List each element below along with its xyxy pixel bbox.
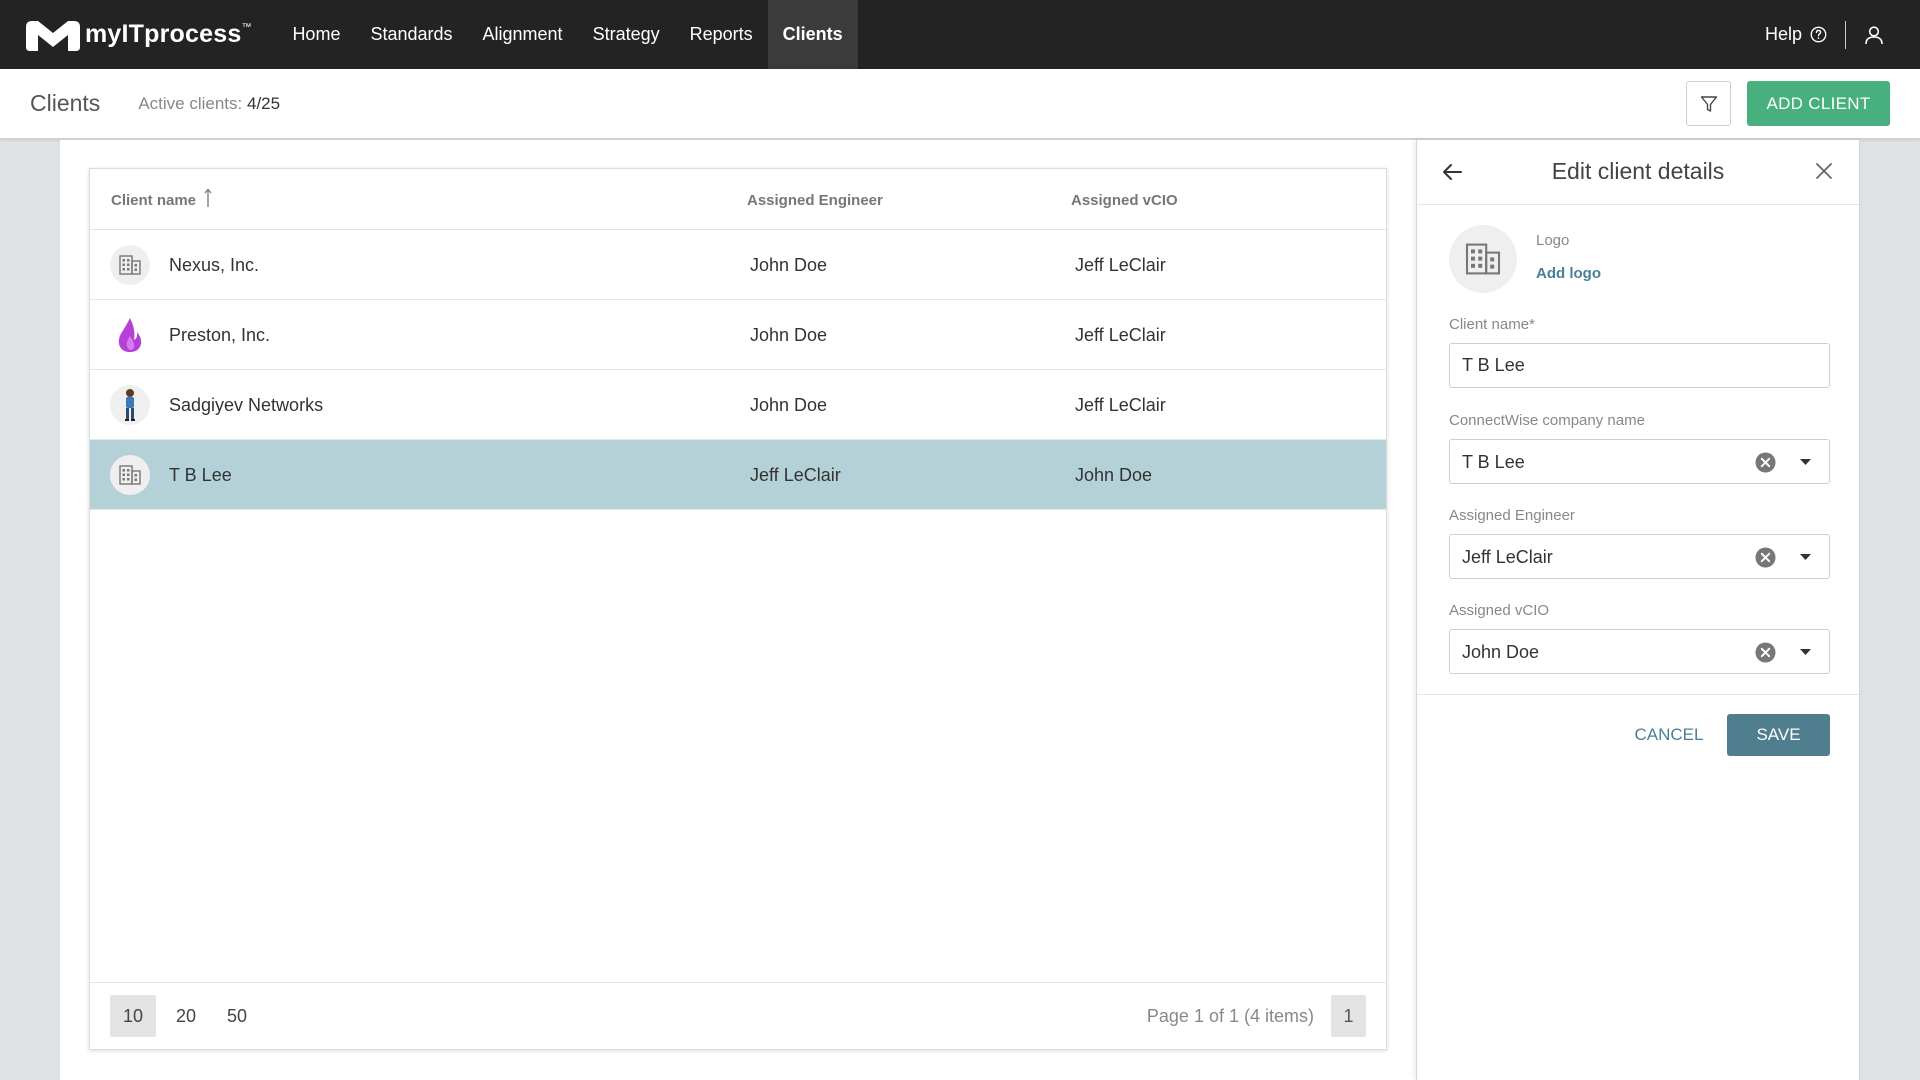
client-name-input[interactable] (1450, 344, 1829, 387)
client-logo (110, 245, 150, 285)
client-name: T B Lee (169, 465, 232, 485)
column-header-client-name-label: Client name (111, 192, 197, 209)
page-number-button[interactable]: 1 (1331, 995, 1366, 1037)
connectwise-value: T B Lee (1462, 452, 1525, 472)
engineer-value: Jeff LeClair (1462, 547, 1553, 567)
chevron-down-icon[interactable] (1800, 649, 1811, 655)
client-name-field[interactable] (1449, 343, 1830, 388)
panel-header: Edit client details (1417, 140, 1859, 205)
table-pagination: 10 20 50 Page 1 of 1 (4 items) 1 (90, 982, 1386, 1049)
brand-mark-icon (26, 20, 80, 51)
active-clients-label: Active clients: (138, 93, 243, 113)
page-size-20[interactable]: 20 (163, 995, 209, 1037)
building-icon (1465, 243, 1501, 275)
table-header: Client name Assigned Engineer Assigned v… (90, 169, 1386, 230)
clear-circle-icon[interactable] (1755, 452, 1776, 473)
add-logo-link[interactable]: Add logo (1536, 265, 1601, 282)
vcio-label: Assigned vCIO (1449, 602, 1550, 619)
column-header-engineer[interactable]: Assigned Engineer (747, 192, 883, 209)
nav-item-strategy[interactable]: Strategy (578, 0, 675, 69)
save-button[interactable]: SAVE (1727, 714, 1830, 756)
clear-circle-icon[interactable] (1755, 547, 1776, 568)
clear-circle-icon[interactable] (1755, 642, 1776, 663)
vcio-value: John Doe (1462, 642, 1540, 662)
panel-title: Edit client details (1551, 158, 1725, 184)
edit-client-panel: Edit client details Logo Add logo Client… (1416, 140, 1860, 1080)
cancel-button[interactable]: CANCEL (1616, 714, 1722, 756)
assigned-vcio: Jeff LeClair (1075, 325, 1166, 345)
nav-item-home[interactable]: Home (277, 0, 355, 69)
client-logo (110, 385, 150, 425)
question-circle-icon (1810, 26, 1827, 43)
page-size-10[interactable]: 10 (110, 995, 156, 1037)
assigned-vcio: John Doe (1075, 465, 1153, 485)
brand-trademark: ™ (241, 22, 252, 33)
nav-right: Help (1765, 0, 1884, 69)
brand-name: myITprocess (85, 20, 242, 48)
nav-item-alignment[interactable]: Alignment (468, 0, 578, 69)
help-link[interactable]: Help (1765, 24, 1827, 45)
vcio-select[interactable]: John Doe (1449, 629, 1830, 674)
active-clients-value: 4/25 (246, 93, 281, 113)
help-label: Help (1764, 24, 1802, 44)
client-logo-preview (1449, 225, 1517, 293)
client-logo (110, 455, 150, 495)
nav-item-clients[interactable]: Clients (767, 0, 858, 69)
nav-item-standards[interactable]: Standards (355, 0, 467, 69)
assigned-engineer: Jeff LeClair (750, 465, 841, 485)
page-size-50[interactable]: 50 (214, 995, 260, 1037)
column-header-vcio[interactable]: Assigned vCIO (1071, 192, 1178, 209)
person-logo-icon (125, 389, 135, 421)
client-name: Preston, Inc. (169, 325, 271, 345)
table-row-selected[interactable]: T B Lee Jeff LeClair John Doe (90, 440, 1386, 510)
add-client-button[interactable]: ADD CLIENT (1747, 81, 1890, 126)
assigned-engineer: John Doe (750, 255, 828, 275)
connectwise-label: ConnectWise company name (1449, 412, 1645, 429)
engineer-label: Assigned Engineer (1449, 507, 1575, 524)
filter-button[interactable] (1686, 81, 1731, 126)
nav-separator (1845, 20, 1846, 49)
building-icon (119, 465, 141, 485)
brand-logo[interactable]: myITprocess ™ (24, 0, 251, 69)
table-row[interactable]: Nexus, Inc. John Doe Jeff LeClair (90, 230, 1386, 300)
filter-icon (1700, 95, 1717, 112)
top-navigation-bar: myITprocess ™ Home Standards Alignment S… (0, 0, 1920, 69)
page-title: Clients (30, 90, 101, 116)
user-icon[interactable] (1864, 25, 1884, 45)
panel-divider (1417, 694, 1859, 695)
nav-item-reports[interactable]: Reports (675, 0, 768, 69)
client-logo (110, 315, 150, 355)
chevron-down-icon[interactable] (1800, 554, 1811, 560)
client-name-label: Client name* (1449, 316, 1535, 333)
assigned-engineer: John Doe (750, 395, 828, 415)
flame-logo-icon (118, 318, 142, 352)
table-row[interactable]: Preston, Inc. John Doe Jeff LeClair (90, 300, 1386, 370)
close-icon[interactable] (1815, 162, 1833, 180)
page-subheader: Clients Active clients: 4/25 ADD CLIENT (0, 69, 1920, 139)
client-name: Nexus, Inc. (169, 255, 260, 275)
page-info: Page 1 of 1 (4 items) (1146, 1006, 1314, 1026)
clients-table: Client name Assigned Engineer Assigned v… (89, 168, 1387, 1050)
engineer-select[interactable]: Jeff LeClair (1449, 534, 1830, 579)
assigned-vcio: Jeff LeClair (1075, 395, 1166, 415)
client-name: Sadgiyev Networks (169, 395, 324, 415)
active-clients-count: Active clients: 4/25 (138, 94, 280, 114)
building-icon (119, 255, 141, 275)
table-row[interactable]: Sadgiyev Networks John Doe Jeff LeClair (90, 370, 1386, 440)
logo-label: Logo (1536, 232, 1570, 249)
assigned-engineer: John Doe (750, 325, 828, 345)
assigned-vcio: Jeff LeClair (1075, 255, 1166, 275)
chevron-down-icon[interactable] (1800, 459, 1811, 465)
main-nav: Home Standards Alignment Strategy Report… (277, 0, 858, 69)
column-header-client-name[interactable]: Client name (111, 188, 212, 209)
connectwise-select[interactable]: T B Lee (1449, 439, 1830, 484)
sort-ascending-icon (204, 188, 212, 207)
